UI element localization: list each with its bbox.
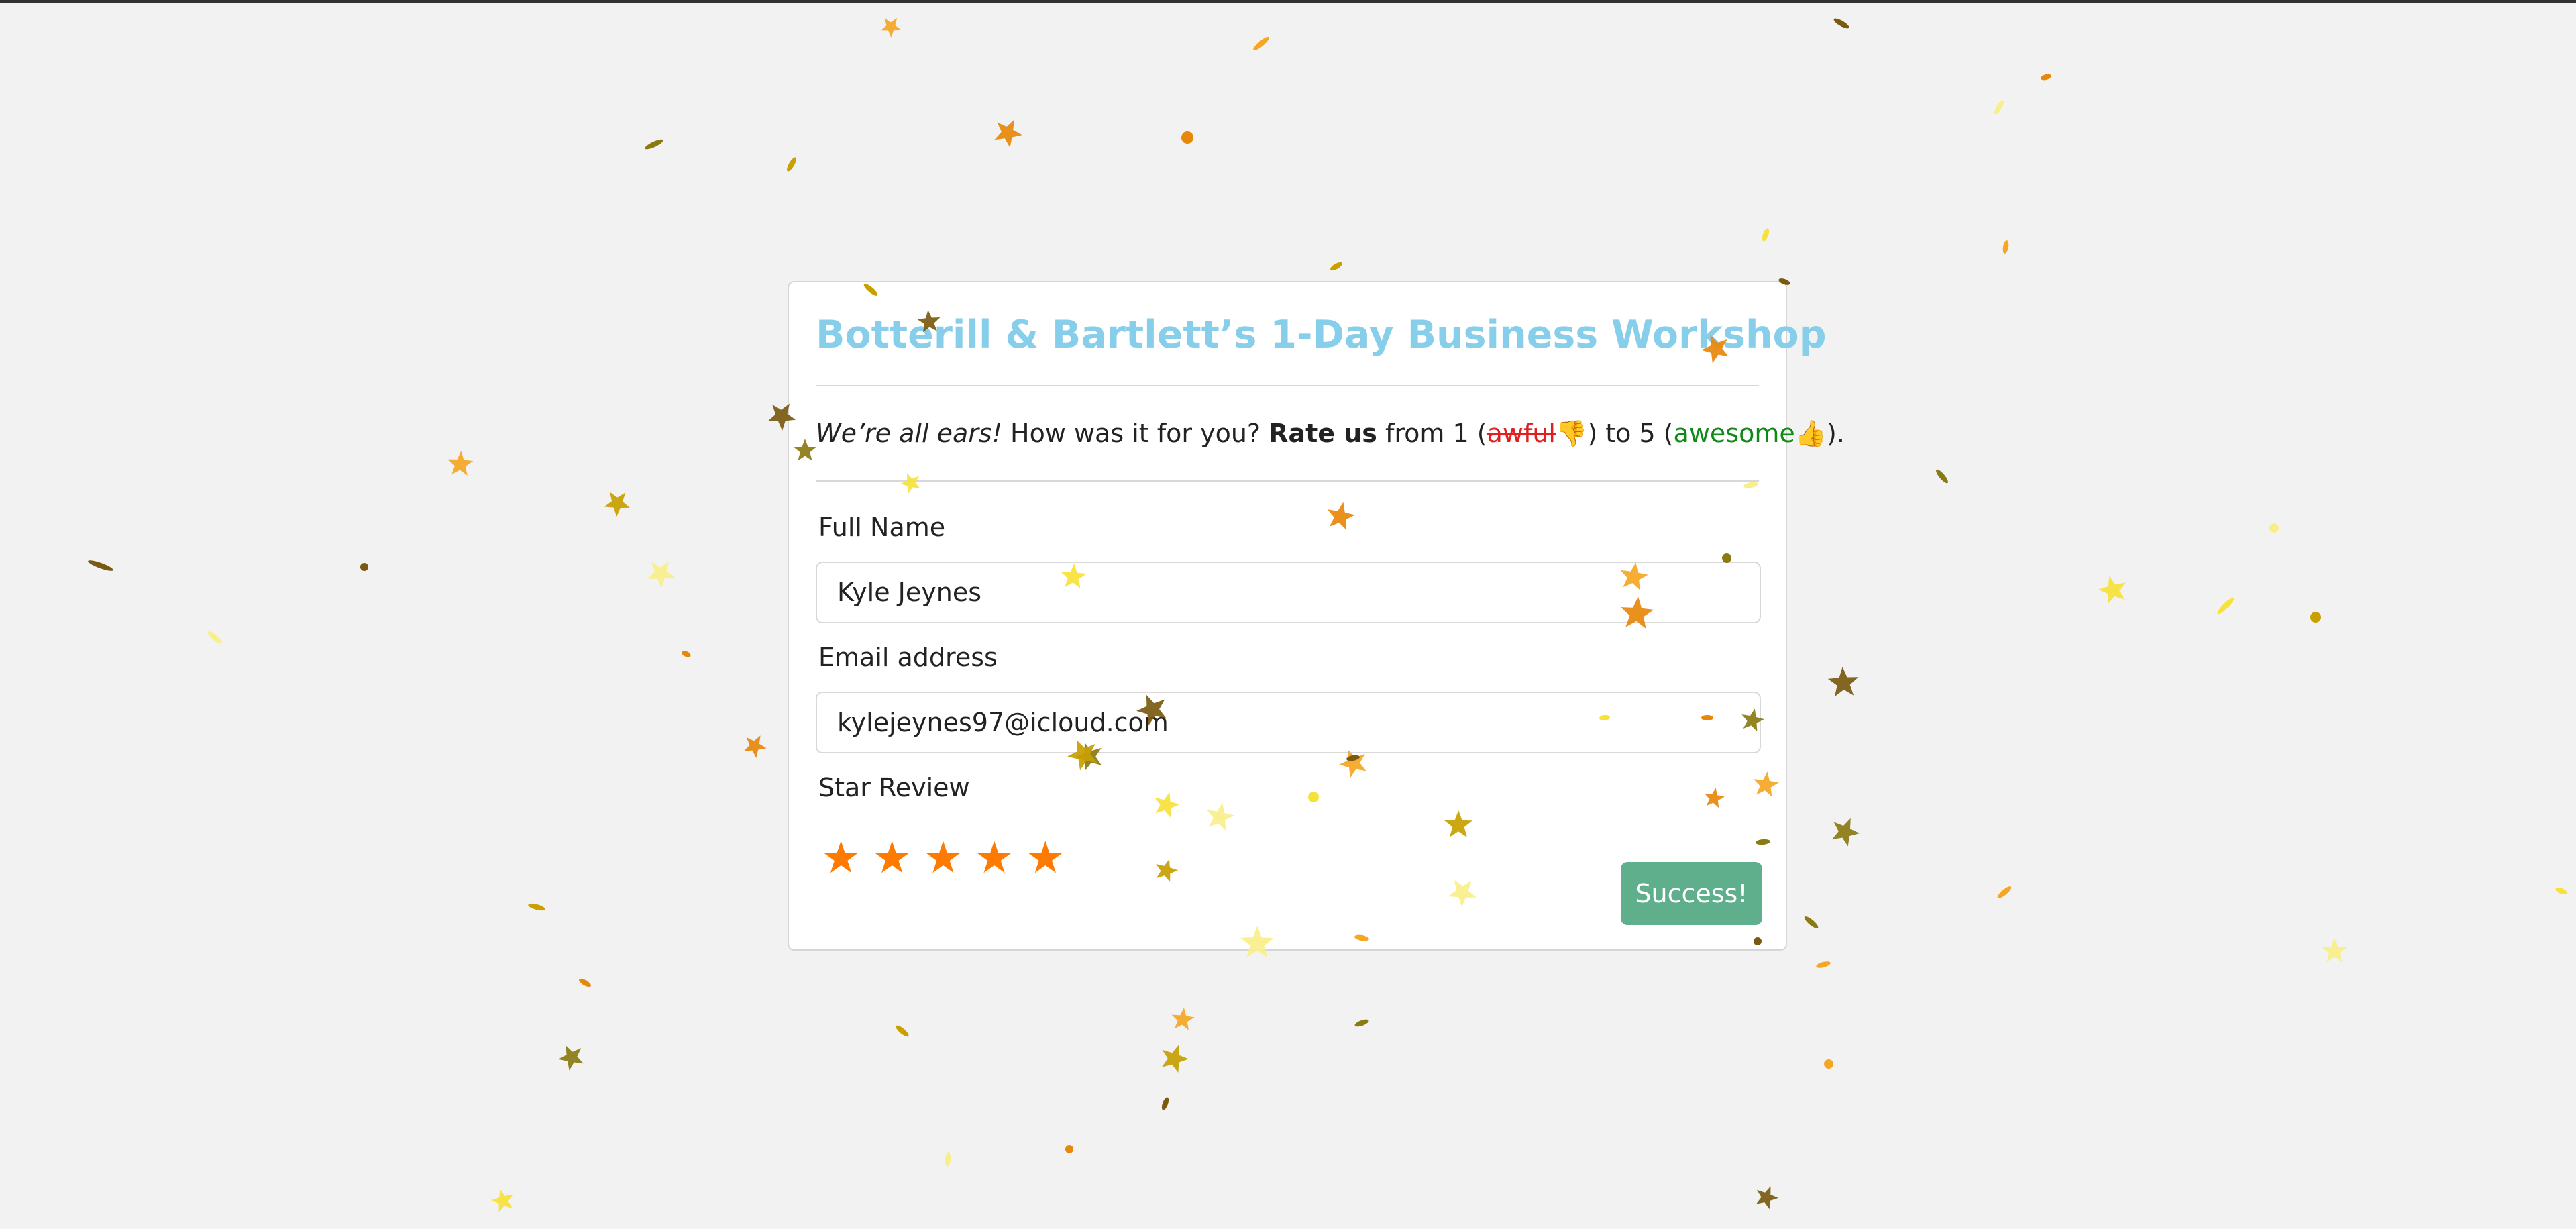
confetti-dot — [2310, 612, 2321, 623]
confetti-streak — [207, 631, 222, 643]
confetti-streak — [2217, 597, 2235, 614]
intro-awful: awful — [1487, 419, 1556, 448]
page-title: Botterill & Bartlett’s 1-Day Business Wo… — [816, 313, 1827, 357]
confetti-star — [880, 17, 902, 38]
confetti-streak — [1161, 1097, 1169, 1110]
top-border — [0, 0, 2576, 3]
divider — [816, 480, 1759, 482]
intro-to: ) to 5 ( — [1587, 419, 1674, 448]
confetti-streak — [682, 651, 691, 657]
confetti-streak — [2555, 888, 2567, 894]
intro-from: from 1 ( — [1377, 419, 1487, 448]
confetti-star — [1827, 667, 1859, 697]
intro-text: We’re all ears! How was it for you? Rate… — [816, 417, 1845, 450]
full-name-input[interactable] — [816, 562, 1761, 623]
confetti-streak — [645, 139, 663, 150]
star-3-icon[interactable]: ★ — [923, 831, 963, 885]
confetti-streak — [1833, 18, 1849, 29]
star-4-icon[interactable]: ★ — [975, 831, 1014, 885]
intro-awesome: awesome — [1673, 419, 1795, 448]
confetti-star — [604, 492, 630, 517]
intro-end: ). — [1827, 419, 1845, 448]
thumbs-up-icon: 👍 — [1794, 419, 1827, 448]
intro-question: How was it for you? — [1002, 419, 1269, 448]
confetti-streak — [88, 560, 113, 571]
confetti-streak — [1936, 469, 1948, 484]
success-button[interactable]: Success! — [1621, 862, 1762, 925]
email-label: Email address — [818, 643, 998, 672]
confetti-streak — [528, 903, 545, 911]
confetti-star — [2098, 576, 2126, 604]
confetti-star — [1832, 818, 1860, 847]
divider — [816, 385, 1759, 386]
confetti-streak — [1997, 886, 2012, 898]
confetti-star — [1171, 1008, 1195, 1030]
star-rating[interactable]: ★ ★ ★ ★ ★ — [821, 831, 1065, 885]
confetti-star — [743, 735, 767, 758]
confetti-streak — [2002, 240, 2009, 254]
thumbs-down-icon: 👎 — [1555, 419, 1588, 448]
email-input[interactable] — [816, 692, 1761, 753]
confetti-streak — [579, 978, 591, 987]
confetti-streak — [1804, 916, 1819, 928]
intro-rate: Rate us — [1269, 419, 1377, 448]
confetti-star — [558, 1045, 584, 1071]
confetti-streak — [1816, 961, 1831, 968]
confetti-streak — [1994, 100, 2004, 115]
confetti-star — [1756, 1186, 1778, 1210]
intro-ears: We’re all ears! — [816, 419, 1002, 448]
confetti-star — [647, 561, 676, 588]
confetti-star — [1162, 1045, 1189, 1073]
review-form-card: Botterill & Bartlett’s 1-Day Business Wo… — [788, 281, 1845, 951]
confetti-streak — [945, 1152, 951, 1167]
confetti-streak — [1762, 228, 1770, 242]
star-1-icon[interactable]: ★ — [821, 831, 861, 885]
confetti-streak — [2041, 74, 2051, 81]
full-name-label: Full Name — [818, 513, 946, 542]
confetti-dot — [1181, 131, 1193, 144]
confetti-dot — [1065, 1145, 1073, 1153]
confetti-streak — [1330, 262, 1342, 271]
confetti-streak — [1253, 36, 1269, 51]
confetti-star — [994, 119, 1022, 148]
star-5-icon[interactable]: ★ — [1026, 831, 1065, 885]
confetti-star — [2322, 938, 2347, 963]
confetti-dot — [360, 563, 368, 571]
confetti-streak — [896, 1025, 909, 1037]
confetti-dot — [1824, 1059, 1833, 1069]
confetti-star — [491, 1189, 514, 1212]
confetti-streak — [787, 157, 796, 172]
confetti-dot — [2269, 523, 2279, 533]
star-2-icon[interactable]: ★ — [872, 831, 912, 885]
confetti-star — [447, 451, 474, 476]
confetti-streak — [1354, 1019, 1369, 1027]
star-review-label: Star Review — [818, 773, 970, 802]
